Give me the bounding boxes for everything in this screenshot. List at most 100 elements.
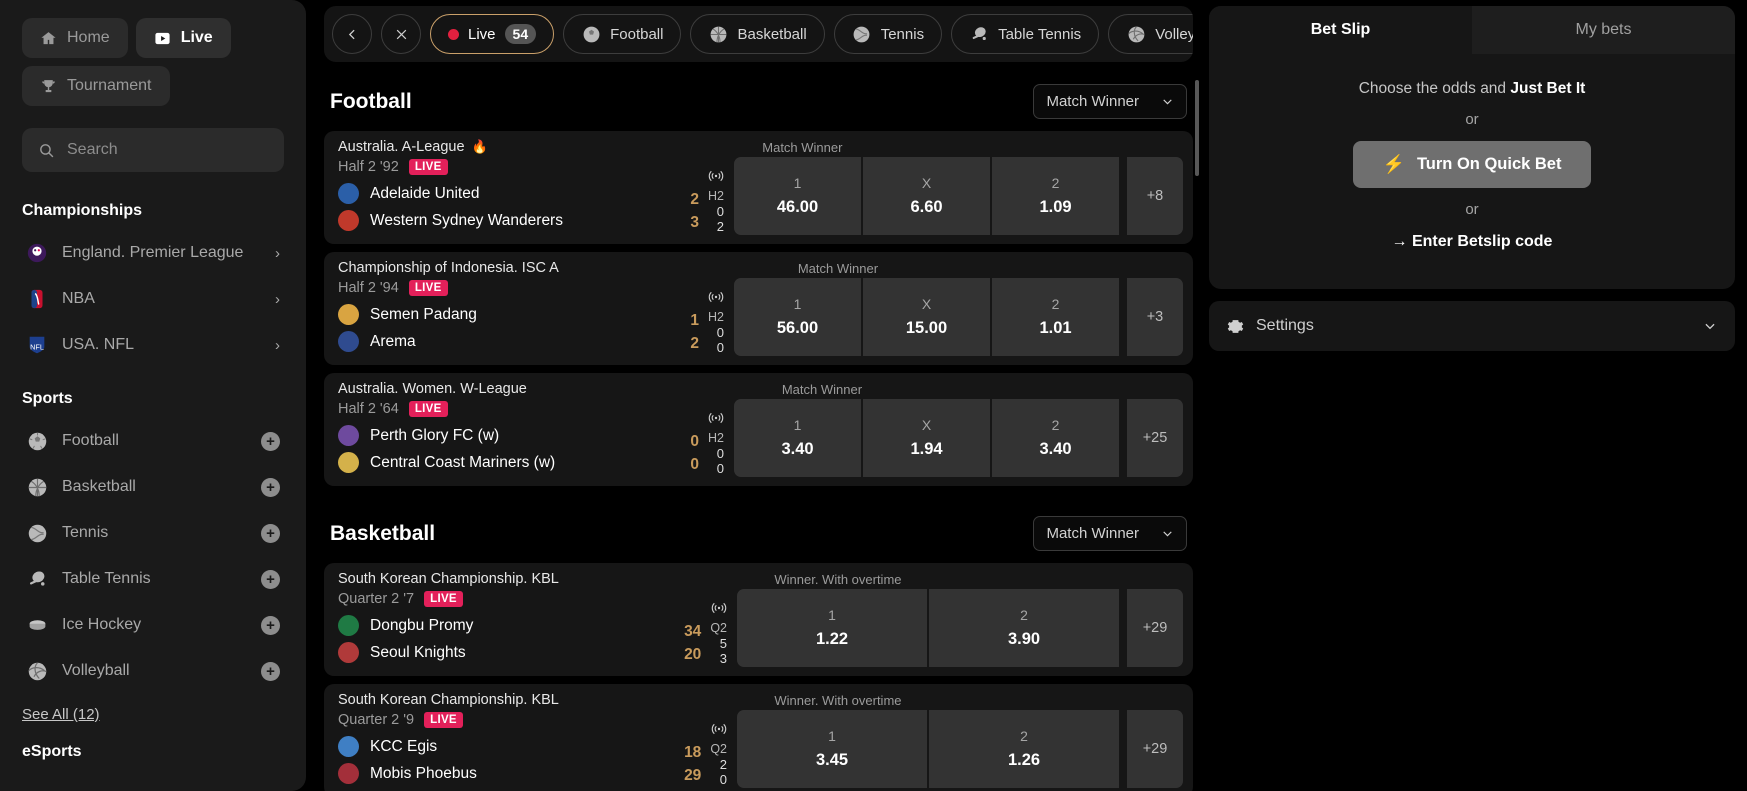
tab-football[interactable]: Football [563, 14, 682, 54]
group-title: Basketball [330, 521, 436, 545]
market-select-football[interactable]: Match Winner [1033, 84, 1187, 119]
match-info: Quarter 2 '9 LIVE KCC Egis Mobis Phoebus [324, 710, 684, 791]
add-table-tennis-button[interactable]: + [261, 569, 280, 589]
tabs-prev-button[interactable] [332, 14, 372, 54]
team-logo [338, 736, 359, 757]
match-info: Half 2 '64 LIVE Perth Glory FC (w) Centr… [324, 399, 690, 486]
match-header: Championship of Indonesia. ISC A Match W… [324, 252, 1193, 278]
period-label: H2 [708, 189, 724, 203]
tab-basketball[interactable]: Basketball [690, 14, 825, 54]
more-markets-button[interactable]: +29 [1127, 710, 1183, 788]
market-select-basketball[interactable]: Match Winner [1033, 516, 1187, 551]
more-markets-button[interactable]: +29 [1127, 589, 1183, 667]
odds-group: 1 3.45 2 1.26 +29 [737, 710, 1193, 791]
group-header-basketball: Basketball Match Winner [324, 494, 1193, 563]
odd-button[interactable]: X 1.94 [863, 399, 990, 477]
team-score: 34 [684, 623, 702, 640]
market-name: Match Winner [797, 260, 879, 276]
add-tennis-button[interactable]: + [261, 523, 280, 543]
add-ice-hockey-button[interactable]: + [261, 615, 280, 635]
turn-on-quick-bet-button[interactable]: ⚡ Turn On Quick Bet [1352, 141, 1592, 188]
odd-value: 15.00 [905, 318, 948, 337]
more-markets-button[interactable]: +3 [1127, 278, 1183, 356]
add-volleyball-button[interactable]: + [261, 661, 280, 681]
match-row[interactable]: Championship of Indonesia. ISC A Match W… [324, 252, 1193, 365]
nav-tournament-button[interactable]: Tournament [22, 66, 170, 106]
tab-tennis[interactable]: Tennis [833, 14, 943, 54]
volleyball-icon [22, 658, 52, 684]
broadcast-icon [711, 597, 727, 618]
league-name: Australia. Women. W-League [338, 381, 527, 397]
tab-table-tennis[interactable]: Table Tennis [951, 14, 1100, 54]
sidebar-item-ice-hockey[interactable]: Ice Hockey + [22, 602, 284, 648]
odd-button[interactable]: 1 3.45 [737, 710, 927, 788]
more-markets-button[interactable]: +25 [1127, 399, 1183, 477]
odd-button[interactable]: 1 56.00 [734, 278, 861, 356]
match-period: Half 2 '94 [338, 280, 399, 296]
search-placeholder: Search [67, 141, 118, 158]
search-input[interactable]: Search [22, 128, 284, 172]
add-football-button[interactable]: + [261, 431, 280, 451]
matches-scroll-area[interactable]: Football Match Winner Australia. A-Leagu… [316, 62, 1201, 791]
odd-button[interactable]: 2 1.26 [929, 710, 1119, 788]
odd-button[interactable]: 1 1.22 [737, 589, 927, 667]
odd-button[interactable]: X 15.00 [863, 278, 990, 356]
trophy-icon [40, 78, 57, 95]
add-basketball-button[interactable]: + [261, 477, 280, 497]
main-content: Live 54 Football Basketball Tennis Table… [306, 0, 1201, 791]
see-all-sports-link[interactable]: See All (12) [22, 694, 100, 739]
odd-button[interactable]: 2 1.01 [992, 278, 1119, 356]
tab-live[interactable]: Live 54 [430, 14, 555, 54]
team-period-score: 0 [716, 325, 724, 340]
sidebar-item-label: Basketball [62, 478, 136, 495]
sidebar-item-volleyball[interactable]: Volleyball + [22, 648, 284, 694]
match-row[interactable]: Australia. A-League 🔥 Match Winner Half … [324, 131, 1193, 244]
odd-name: 2 [1051, 174, 1060, 191]
tabs-close-button[interactable] [381, 14, 421, 54]
sidebar-item-football[interactable]: Football + [22, 418, 284, 464]
odd-button[interactable]: 2 3.90 [929, 589, 1119, 667]
odd-button[interactable]: 1 46.00 [734, 157, 861, 235]
enter-betslip-code-link[interactable]: → Enter Betslip code [1392, 233, 1553, 251]
volleyball-icon [1126, 24, 1146, 44]
score-column: 1 2 H2 0 0 [690, 278, 734, 365]
table-tennis-icon [969, 24, 989, 44]
nav-home-button[interactable]: Home [22, 18, 128, 58]
bet-slip-body: Choose the odds and Just Bet It or ⚡ Tur… [1209, 54, 1735, 289]
sidebar-item-label: England. Premier League [62, 244, 244, 261]
sidebar-item-table-tennis[interactable]: Table Tennis + [22, 556, 284, 602]
nav-live-button[interactable]: Live [135, 18, 231, 58]
team-name: Dongbu Promy [370, 616, 474, 634]
odd-button[interactable]: X 6.60 [863, 157, 990, 235]
more-markets-button[interactable]: +8 [1127, 157, 1183, 235]
vertical-scrollbar[interactable] [1195, 80, 1199, 176]
match-status: Quarter 2 '7 LIVE [338, 589, 684, 612]
tab-volleyball[interactable]: Volleyball [1108, 14, 1193, 54]
broadcast-icon [711, 718, 727, 739]
match-body: Half 2 '94 LIVE Semen Padang Arema 1 2 H… [324, 278, 1193, 365]
league-name: Australia. A-League [338, 139, 465, 155]
team-score: 20 [684, 646, 702, 663]
sidebar-item-usa-nfl[interactable]: NFL USA. NFL › [22, 322, 284, 368]
tab-my-bets[interactable]: My bets [1472, 6, 1735, 54]
match-row[interactable]: Australia. Women. W-League Match Winner … [324, 373, 1193, 486]
settings-row[interactable]: Settings [1209, 301, 1735, 351]
sidebar-item-basketball[interactable]: Basketball + [22, 464, 284, 510]
tab-bet-slip[interactable]: Bet Slip [1209, 6, 1472, 54]
odd-name: X [921, 295, 932, 312]
odd-button[interactable]: 1 3.40 [734, 399, 861, 477]
esports-title: eSports [22, 743, 82, 760]
team-logo [338, 331, 359, 352]
settings-label: Settings [1256, 317, 1314, 334]
sidebar-item-england-premier-league[interactable]: England. Premier League › [22, 230, 284, 276]
match-row[interactable]: South Korean Championship. KBL Winner. W… [324, 563, 1193, 676]
odd-button[interactable]: 2 3.40 [992, 399, 1119, 477]
search-icon [38, 142, 55, 159]
sidebar-item-nba[interactable]: NBA › [22, 276, 284, 322]
live-badge: LIVE [408, 159, 448, 175]
live-count-badge: 54 [504, 24, 537, 44]
odd-button[interactable]: 2 1.09 [992, 157, 1119, 235]
match-header: South Korean Championship. KBL Winner. W… [324, 684, 1193, 710]
match-row[interactable]: South Korean Championship. KBL Winner. W… [324, 684, 1193, 791]
sidebar-item-tennis[interactable]: Tennis + [22, 510, 284, 556]
